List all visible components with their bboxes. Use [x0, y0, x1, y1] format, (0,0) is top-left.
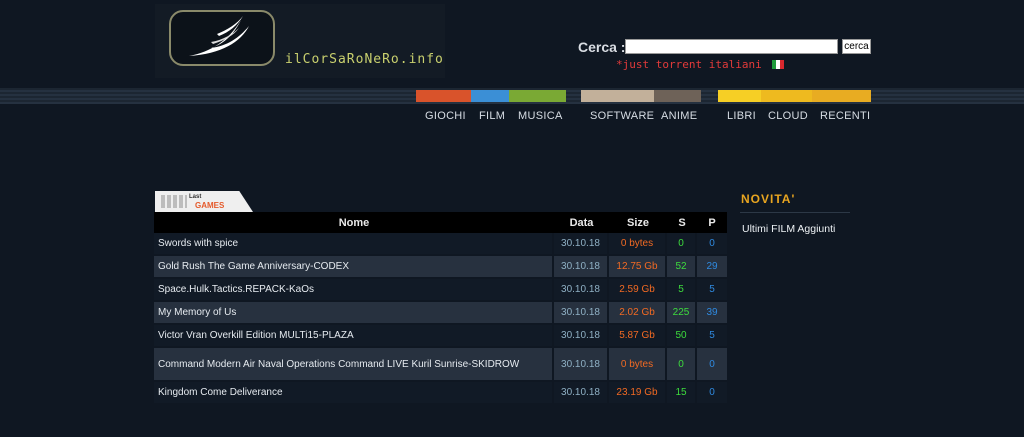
torrent-size: 2.02 Gb — [609, 302, 667, 325]
nav-strip-film — [471, 90, 509, 102]
torrent-name-link[interactable]: Command Modern Air Naval Operations Comm… — [154, 348, 554, 382]
nav-musica[interactable]: MUSICA — [518, 110, 563, 122]
table-row: Gold Rush The Game Anniversary-CODEX 30.1… — [154, 256, 727, 279]
torrent-peers: 0 — [697, 233, 727, 256]
torrent-date: 30.10.18 — [554, 279, 609, 302]
torrent-date: 30.10.18 — [554, 233, 609, 256]
torrent-size: 5.87 Gb — [609, 325, 667, 348]
nav-anime[interactable]: ANIME — [661, 110, 697, 122]
torrent-name-link[interactable]: Space.Hulk.Tactics.REPACK-KaOs — [154, 279, 554, 302]
nav-strip-anime — [654, 90, 701, 102]
header-seeds[interactable]: S — [667, 212, 697, 233]
swoosh-icon — [189, 16, 249, 56]
torrent-date: 30.10.18 — [554, 382, 609, 405]
table-row: Kingdom Come Deliverance 30.10.18 23.19 Gb… — [154, 382, 727, 405]
torrent-date: 30.10.18 — [554, 348, 609, 382]
torrent-peers: 0 — [697, 348, 727, 382]
torrent-table: Nome Data Size S P Swords with spice 30.1… — [154, 212, 727, 405]
badge-small-label: Last — [189, 194, 202, 200]
italian-flag-icon — [772, 59, 785, 69]
torrent-name-link[interactable]: Swords with spice — [154, 233, 554, 256]
torrent-seeds: 50 — [667, 325, 697, 348]
nav-film[interactable]: FILM — [479, 110, 505, 122]
torrent-size: 2.59 Gb — [609, 279, 667, 302]
header-nome[interactable]: Nome — [154, 212, 554, 233]
torrent-size: 12.75 Gb — [609, 256, 667, 279]
torrent-date: 30.10.18 — [554, 325, 609, 348]
torrent-seeds: 52 — [667, 256, 697, 279]
logo-text: ilCorSaRoNeRo.info — [285, 52, 444, 67]
torrent-seeds: 225 — [667, 302, 697, 325]
torrent-size: 23.19 Gb — [609, 382, 667, 405]
site-header: ilCorSaRoNeRo.info Cerca : cerca *just t… — [0, 0, 1024, 88]
table-header-row: Nome Data Size S P — [154, 212, 727, 233]
tagline: *just torrent italiani — [616, 58, 785, 71]
table-row: Swords with spice 30.10.18 0 bytes 0 0 — [154, 233, 727, 256]
table-row: My Memory of Us 30.10.18 2.02 Gb 225 39 — [154, 302, 727, 325]
header-data[interactable]: Data — [554, 212, 609, 233]
header-peers[interactable]: P — [697, 212, 727, 233]
search-input[interactable] — [625, 39, 838, 54]
torrent-peers: 39 — [697, 302, 727, 325]
torrent-peers: 5 — [697, 325, 727, 348]
torrent-date: 30.10.18 — [554, 256, 609, 279]
torrent-seeds: 0 — [667, 233, 697, 256]
torrent-peers: 0 — [697, 382, 727, 405]
table-row: Space.Hulk.Tactics.REPACK-KaOs 30.10.18 2.… — [154, 279, 727, 302]
nav-software[interactable]: SOFTWARE — [590, 110, 654, 122]
nav-recenti[interactable]: RECENTI — [820, 110, 870, 122]
search-label: Cerca : — [578, 39, 626, 55]
nav-strip-recenti — [812, 90, 871, 102]
logo-emblem — [169, 10, 275, 66]
table-row: Victor Vran Overkill Edition MULTi15-PLA… — [154, 325, 727, 348]
torrent-seeds: 5 — [667, 279, 697, 302]
torrent-size: 0 bytes — [609, 233, 667, 256]
torrent-size: 0 bytes — [609, 348, 667, 382]
badge-label: GAMES — [195, 201, 225, 210]
last-games-badge: Last GAMES — [155, 191, 253, 212]
novita-title: NOVITA' — [741, 192, 796, 206]
torrent-date: 30.10.18 — [554, 302, 609, 325]
nav-giochi[interactable]: GIOCHI — [425, 110, 466, 122]
torrent-name-link[interactable]: My Memory of Us — [154, 302, 554, 325]
badge-pattern — [161, 195, 187, 208]
nav-strip-giochi — [416, 90, 471, 102]
latest-films-link[interactable]: Ultimi FILM Aggiunti — [742, 223, 835, 235]
torrent-peers: 5 — [697, 279, 727, 302]
divider — [740, 212, 850, 213]
nav-strip-libri-cloud — [718, 90, 812, 102]
torrent-name-link[interactable]: Gold Rush The Game Anniversary-CODEX — [154, 256, 554, 279]
tagline-text: *just torrent italiani — [616, 58, 762, 71]
header-size[interactable]: Size — [609, 212, 667, 233]
nav-strip-musica — [509, 90, 566, 102]
torrent-seeds: 0 — [667, 348, 697, 382]
torrent-seeds: 15 — [667, 382, 697, 405]
table-row: Command Modern Air Naval Operations Comm… — [154, 348, 727, 382]
torrent-name-link[interactable]: Kingdom Come Deliverance — [154, 382, 554, 405]
site-logo[interactable]: ilCorSaRoNeRo.info — [155, 4, 445, 78]
nav-libri[interactable]: LIBRI — [727, 110, 756, 122]
search-button[interactable]: cerca — [842, 39, 871, 54]
torrent-peers: 29 — [697, 256, 727, 279]
nav-cloud[interactable]: CLOUD — [768, 110, 808, 122]
torrent-name-link[interactable]: Victor Vran Overkill Edition MULTi15-PLA… — [154, 325, 554, 348]
nav-strip-software — [581, 90, 654, 102]
